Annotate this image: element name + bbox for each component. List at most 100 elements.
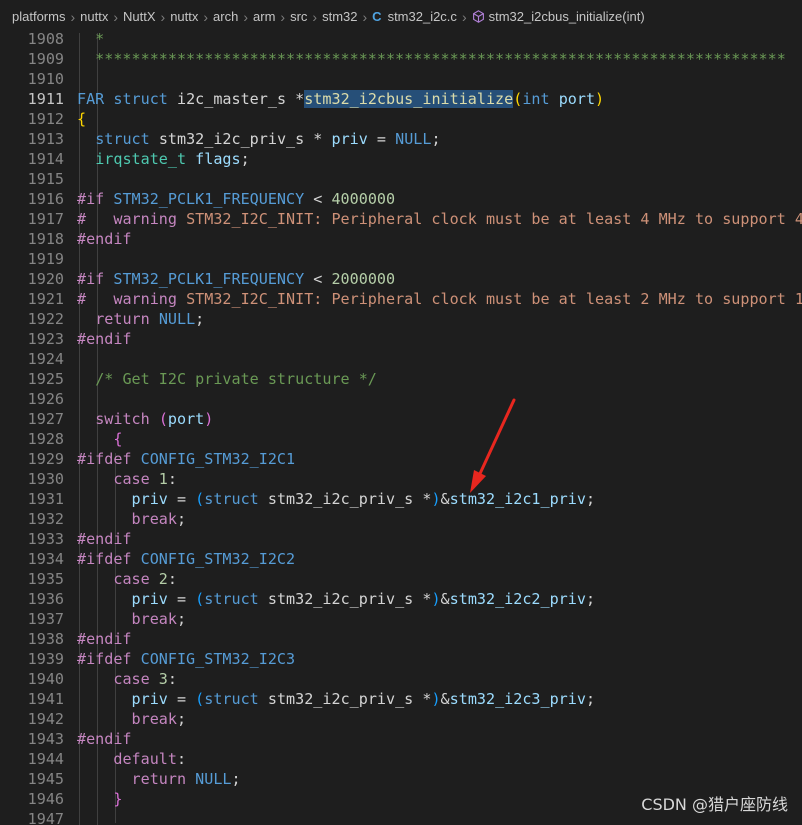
code-line[interactable]: 1936 priv = (struct stm32_i2c_priv_s *)&… [0,589,802,609]
code-token: break [131,510,177,528]
breadcrumb-item[interactable]: platforms [12,9,65,24]
line-code: * [77,33,104,49]
line-number: 1923 [27,330,64,348]
code-token: return [95,310,159,328]
code-token: #if [77,270,114,288]
code-line[interactable]: 1933 #endif [0,529,802,549]
code-line[interactable]: 1918 #endif [0,229,802,249]
code-token: priv [131,590,168,608]
code-token: { [77,110,87,128]
code-line[interactable]: 1941 priv = (struct stm32_i2c_priv_s *)&… [0,689,802,709]
code-line[interactable]: 1912 { [0,109,802,129]
line-code: #if STM32_PCLK1_FREQUENCY < 4000000 [77,189,395,209]
code-line[interactable]: 1916 #if STM32_PCLK1_FREQUENCY < 4000000 [0,189,802,209]
code-token: 1 [158,470,168,488]
code-token: ) [431,690,441,708]
code-token: CONFIG_STM32_I2C2 [140,550,296,568]
line-number: 1939 [27,650,64,668]
code-line[interactable]: 1910 [0,69,802,89]
line-number: 1943 [27,730,64,748]
line-code: #endif [77,529,132,549]
chevron-right-icon: › [70,8,76,25]
code-line[interactable]: 1923 #endif [0,329,802,349]
code-token: 2 [158,570,168,588]
line-code: #endif [77,729,132,749]
code-token: stm32_i2c2_priv [449,590,586,608]
code-line[interactable]: 1932 break; [0,509,802,529]
code-line[interactable]: 1930 case 1: [0,469,802,489]
line-code: return NULL; [77,769,241,789]
breadcrumb-file[interactable]: stm32_i2c.c [388,9,457,24]
code-line[interactable]: 1919 [0,249,802,269]
code-line[interactable]: 1917 # warning STM32_I2C_INIT: Peripheral… [0,209,802,229]
method-cube-icon [472,10,484,23]
code-line[interactable]: 1939 #ifdef CONFIG_STM32_I2C3 [0,649,802,669]
line-code: #ifdef CONFIG_STM32_I2C2 [77,549,295,569]
line-number: 1940 [27,670,64,688]
code-line[interactable]: 1911 FAR struct i2c_master_s *stm32_i2cbu… [0,89,802,109]
code-token: NULL [195,770,232,788]
code-token: struct [204,690,268,708]
code-token: warning [113,290,187,308]
code-token: priv [331,130,368,148]
code-line[interactable]: 1940 case 3: [0,669,802,689]
code-line[interactable]: 1913 struct stm32_i2c_priv_s * priv = NU… [0,129,802,149]
code-line[interactable]: 1943 #endif [0,729,802,749]
code-line[interactable]: 1909 ***********************************… [0,49,802,69]
line-code: priv = (struct stm32_i2c_priv_s *)&stm32… [77,489,596,509]
code-line[interactable]: 1929 #ifdef CONFIG_STM32_I2C1 [0,449,802,469]
line-number: 1937 [27,610,64,628]
code-line[interactable]: 1938 #endif [0,629,802,649]
code-line[interactable]: 1928 { [0,429,802,449]
code-token: { [113,430,123,448]
code-line[interactable]: 1935 case 2: [0,569,802,589]
breadcrumb-item[interactable]: nuttx [170,9,198,24]
breadcrumb-item[interactable]: arch [213,9,238,24]
code-line[interactable]: 1927 switch (port) [0,409,802,429]
breadcrumb-item[interactable]: arm [253,9,275,24]
line-code: break; [77,709,187,729]
code-line[interactable]: 1920 #if STM32_PCLK1_FREQUENCY < 2000000 [0,269,802,289]
breadcrumb-item[interactable]: nuttx [80,9,108,24]
breadcrumb-item[interactable]: src [290,9,307,24]
code-line[interactable]: 1924 [0,349,802,369]
code-line[interactable]: 1922 return NULL; [0,309,802,329]
code-token: return [131,770,196,788]
breadcrumb-symbol[interactable]: stm32_i2cbus_initialize(int) [489,9,645,24]
code-token: ; [585,590,596,608]
chevron-right-icon: › [160,8,166,25]
code-line[interactable]: 1931 priv = (struct stm32_i2c_priv_s *)&… [0,489,802,509]
code-line[interactable]: 1937 break; [0,609,802,629]
code-token: ; [176,510,187,528]
code-line[interactable]: 1945 return NULL; [0,769,802,789]
code-line[interactable]: 1934 #ifdef CONFIG_STM32_I2C2 [0,549,802,569]
code-editor[interactable]: 1908 * 1909 *****************************… [0,33,802,825]
code-token: & [440,490,450,508]
code-token: priv [131,490,168,508]
line-number: 1934 [27,550,64,568]
code-token: case [113,570,159,588]
code-token: warning [113,210,187,228]
code-token: ; [176,710,187,728]
line-number: 1925 [27,370,64,388]
line-code: } [77,789,122,809]
code-line[interactable]: 1915 [0,169,802,189]
code-token: = [167,590,196,608]
code-line[interactable]: 1914 irqstate_t flags; [0,149,802,169]
line-code: ****************************************… [77,49,786,69]
code-line[interactable]: 1921 # warning STM32_I2C_INIT: Peripheral… [0,289,802,309]
code-line[interactable]: 1926 [0,389,802,409]
breadcrumb-item[interactable]: NuttX [123,9,156,24]
line-code: /* Get I2C private structure */ [77,369,377,389]
code-line[interactable]: 1944 default: [0,749,802,769]
code-token: = [167,490,196,508]
code-line[interactable]: 1925 /* Get I2C private structure */ [0,369,802,389]
code-token: CONFIG_STM32_I2C3 [140,650,296,668]
code-line[interactable]: 1942 break; [0,709,802,729]
code-line[interactable]: 1908 * [0,33,802,49]
breadcrumb-item[interactable]: stm32 [322,9,357,24]
